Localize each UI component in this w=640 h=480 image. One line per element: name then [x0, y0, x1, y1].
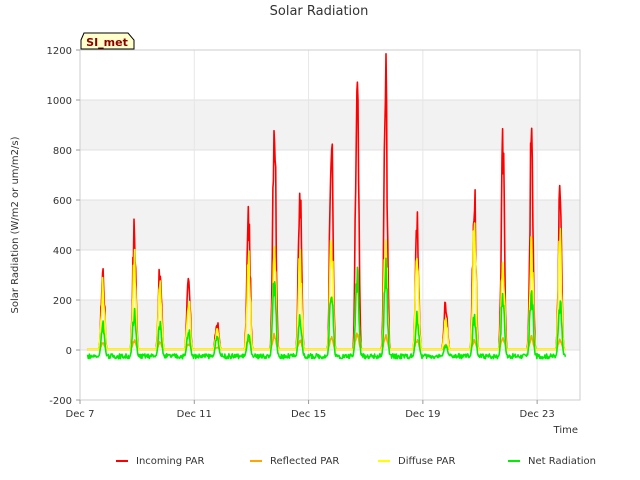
y-tick-label: 0 [66, 346, 72, 357]
legend-entry: Net Radiation [528, 456, 596, 467]
solar-radiation-chart: Solar Radiation -200 0 200 400 600 800 1000 120… [10, 4, 596, 467]
legend-entry: Incoming PAR [136, 456, 205, 467]
legend-entry: Diffuse PAR [398, 456, 455, 467]
badge: SI_met [80, 32, 135, 50]
x-tick-label: Dec 7 [66, 409, 95, 420]
y-tick-label: 800 [53, 146, 72, 157]
y-tick-label: -200 [49, 396, 72, 407]
x-tick-label: Dec 19 [405, 409, 440, 420]
y-tick-label: 1000 [47, 96, 72, 107]
band [80, 100, 580, 150]
x-tick-label: Dec 23 [520, 409, 555, 420]
x-axis-title: Time [553, 425, 578, 436]
legend-entry: Reflected PAR [270, 456, 339, 467]
y-tick-label: 600 [53, 196, 72, 207]
y-tick-label: 400 [53, 246, 72, 257]
y-tick-label: 1200 [47, 46, 72, 57]
y-tick-label: 200 [53, 296, 72, 307]
badge-label: SI_met [86, 36, 128, 49]
x-tick-label: Dec 11 [177, 409, 212, 420]
chart-title: Solar Radiation [270, 4, 369, 19]
legend: Incoming PAR Reflected PAR Diffuse PAR Net … [116, 456, 596, 467]
x-tick-label: Dec 15 [291, 409, 326, 420]
y-axis-title: Solar Radiation (W/m2 or um/m2/s) [10, 136, 21, 313]
